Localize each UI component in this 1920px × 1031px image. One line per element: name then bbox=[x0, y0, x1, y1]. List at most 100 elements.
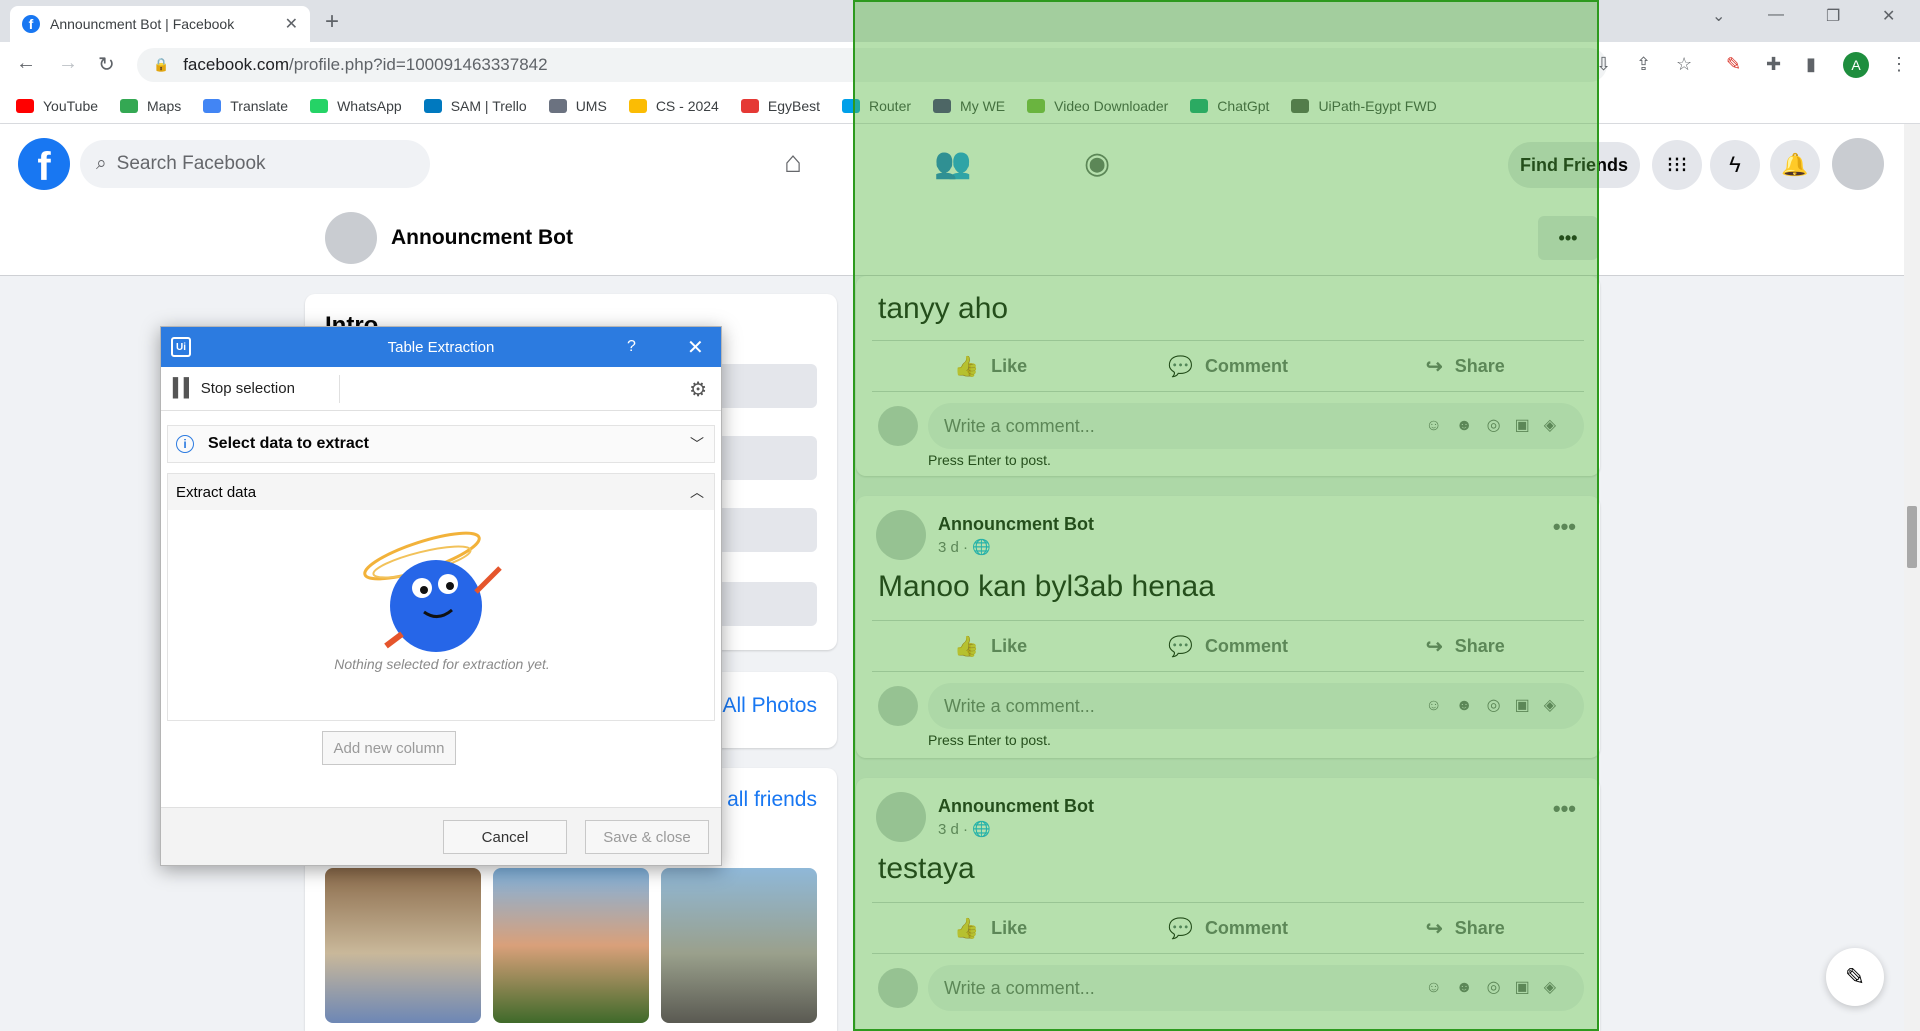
back-arrow-icon[interactable]: ← bbox=[16, 52, 36, 75]
globe-icon: 🌐 bbox=[972, 539, 991, 556]
thumbs-up-icon: 👍 bbox=[954, 635, 980, 658]
post-author[interactable]: Announcment Bot bbox=[938, 796, 1094, 817]
browser-tab-active[interactable]: f Announcment Bot | Facebook ✕ bbox=[10, 6, 310, 42]
profile-name[interactable]: Announcment Bot bbox=[391, 226, 573, 250]
facebook-logo-icon[interactable]: f bbox=[18, 138, 70, 190]
tab-search-icon[interactable]: ⌄ bbox=[1712, 6, 1725, 26]
find-friends-button[interactable]: Find Friends bbox=[1508, 142, 1640, 188]
messenger-icon[interactable]: ϟ bbox=[1710, 140, 1760, 190]
close-dialog-icon[interactable]: ✕ bbox=[687, 335, 704, 360]
commenter-avatar[interactable] bbox=[878, 968, 918, 1008]
bookmark-item[interactable]: CS - 2024 bbox=[628, 98, 719, 114]
post-author-avatar[interactable] bbox=[876, 792, 926, 842]
post-options-icon[interactable]: ••• bbox=[1553, 514, 1576, 540]
extract-data-header[interactable]: Extract data ︿ bbox=[168, 474, 714, 510]
comment-input[interactable]: Write a comment... ☺☻◎▣◈ bbox=[928, 965, 1584, 1011]
home-icon[interactable]: ⌂ bbox=[784, 146, 802, 180]
pen-extension-icon[interactable]: ✎ bbox=[1726, 54, 1741, 75]
comment-button[interactable]: 💬 Comment bbox=[1109, 621, 1346, 671]
page-scrollbar[interactable] bbox=[1904, 124, 1920, 1031]
post-author-avatar[interactable] bbox=[876, 510, 926, 560]
bookmark-item[interactable]: YouTube bbox=[16, 98, 98, 114]
comment-input[interactable]: Write a comment... ☺☻◎▣◈ bbox=[928, 403, 1584, 449]
restore-button[interactable]: ❐ bbox=[1826, 6, 1840, 26]
address-bar[interactable]: 🔒 facebook.com/profile.php?id=1000914633… bbox=[137, 48, 1607, 82]
bookmark-item[interactable]: My WE bbox=[933, 98, 1005, 114]
bookmark-item[interactable]: Router bbox=[842, 98, 911, 114]
bookmark-item[interactable]: Maps bbox=[120, 98, 181, 114]
bookmark-item[interactable]: SAM | Trello bbox=[423, 98, 527, 114]
extensions-puzzle-icon[interactable]: ✚ bbox=[1766, 54, 1781, 75]
select-data-section[interactable]: i Select data to extract ﹀ bbox=[167, 425, 715, 463]
like-button[interactable]: 👍 Like bbox=[872, 621, 1109, 671]
globe-icon: 🌐 bbox=[972, 821, 991, 838]
stop-selection-button[interactable]: Stop selection bbox=[201, 380, 295, 397]
bookmark-label: Router bbox=[869, 97, 912, 114]
friend-photo[interactable] bbox=[661, 868, 817, 1023]
scrollbar-thumb[interactable] bbox=[1907, 506, 1917, 568]
share-icon[interactable]: ⇪ bbox=[1636, 54, 1651, 75]
bookmark-item[interactable]: Translate bbox=[203, 98, 288, 114]
commenter-avatar[interactable] bbox=[878, 406, 918, 446]
comment-button[interactable]: 💬 Comment bbox=[1109, 341, 1346, 391]
groups-icon[interactable]: ◉ bbox=[1084, 146, 1110, 181]
share-button[interactable]: ↪ Share bbox=[1347, 341, 1584, 391]
close-tab-icon[interactable]: ✕ bbox=[285, 14, 298, 34]
comment-input[interactable]: Write a comment... ☺☻◎▣◈ bbox=[928, 683, 1584, 729]
all-photos-link[interactable]: All Photos bbox=[722, 694, 817, 718]
profile-more-button[interactable]: ••• bbox=[1538, 216, 1598, 260]
facebook-search-input[interactable]: ⌕ Search Facebook bbox=[80, 140, 430, 188]
all-friends-link[interactable]: all friends bbox=[727, 788, 817, 812]
bookmark-item[interactable]: EgyBest bbox=[740, 98, 820, 114]
bookmark-star-icon[interactable]: ☆ bbox=[1676, 54, 1692, 75]
lock-icon[interactable]: 🔒 bbox=[153, 57, 169, 73]
dialog-toolbar: ▍▍ Stop selection ⚙ bbox=[161, 367, 721, 411]
share-button[interactable]: ↪ Share bbox=[1347, 621, 1584, 671]
comment-button[interactable]: 💬 Comment bbox=[1109, 903, 1346, 953]
notifications-bell-icon[interactable]: 🔔 bbox=[1770, 140, 1820, 190]
like-button[interactable]: 👍 Like bbox=[872, 341, 1109, 391]
account-avatar[interactable] bbox=[1832, 138, 1884, 190]
chevron-up-icon[interactable]: ︿ bbox=[690, 482, 704, 502]
share-button[interactable]: ↪ Share bbox=[1347, 903, 1584, 953]
table-extraction-dialog: Ui Table Extraction ? ✕ ▍▍ Stop selectio… bbox=[160, 326, 722, 866]
save-and-close-button[interactable]: Save & close bbox=[585, 820, 709, 854]
like-button[interactable]: 👍 Like bbox=[872, 903, 1109, 953]
friend-photo[interactable] bbox=[325, 868, 481, 1023]
friends-icon[interactable]: 👥 bbox=[934, 146, 971, 181]
new-tab-button[interactable]: + bbox=[325, 8, 339, 36]
side-panel-icon[interactable]: ▮ bbox=[1806, 54, 1816, 75]
forward-arrow-icon[interactable]: → bbox=[58, 52, 78, 75]
friend-photo[interactable] bbox=[493, 868, 649, 1023]
empty-state-message: Nothing selected for extraction yet. bbox=[334, 656, 550, 672]
browser-tabstrip: f Announcment Bot | Facebook ✕ + ⌄ — ❐ ✕ bbox=[0, 0, 1920, 42]
bookmark-item[interactable]: UMS bbox=[548, 98, 607, 114]
bookmark-item[interactable]: WhatsApp bbox=[310, 98, 402, 114]
commenter-avatar[interactable] bbox=[878, 686, 918, 726]
chevron-down-icon[interactable]: ﹀ bbox=[690, 434, 704, 454]
bookmark-item[interactable]: ChatGpt bbox=[1190, 98, 1269, 114]
menu-grid-icon[interactable]: ⁝⁝⁝ bbox=[1652, 140, 1702, 190]
bookmark-favicon-icon bbox=[203, 98, 222, 113]
comment-tools-icons[interactable]: ☺☻◎▣◈ bbox=[1425, 695, 1570, 715]
profile-avatar[interactable] bbox=[325, 212, 377, 264]
chrome-menu-icon[interactable]: ⋮ bbox=[1890, 54, 1908, 75]
settings-gear-icon[interactable]: ⚙ bbox=[689, 377, 707, 402]
comment-tools-icons[interactable]: ☺☻◎▣◈ bbox=[1425, 977, 1570, 997]
chrome-profile-avatar[interactable]: A bbox=[1843, 52, 1869, 78]
close-window-button[interactable]: ✕ bbox=[1882, 6, 1895, 26]
select-data-header[interactable]: i Select data to extract ﹀ bbox=[168, 426, 714, 462]
post-options-icon[interactable]: ••• bbox=[1553, 796, 1576, 822]
new-message-edit-icon[interactable]: ✎ bbox=[1826, 948, 1884, 1006]
minimize-button[interactable]: — bbox=[1768, 6, 1784, 24]
cancel-button[interactable]: Cancel bbox=[443, 820, 567, 854]
dialog-titlebar[interactable]: Ui Table Extraction ? ✕ bbox=[161, 327, 721, 367]
help-icon[interactable]: ? bbox=[627, 338, 636, 356]
bookmark-item[interactable]: UiPath-Egypt FWD bbox=[1291, 98, 1437, 114]
download-icon[interactable]: ⇩ bbox=[1596, 54, 1611, 75]
bookmark-item[interactable]: Video Downloader bbox=[1027, 98, 1168, 114]
comment-tools-icons[interactable]: ☺☻◎▣◈ bbox=[1425, 415, 1570, 435]
post-author[interactable]: Announcment Bot bbox=[938, 514, 1094, 535]
reload-icon[interactable]: ↻ bbox=[98, 52, 115, 77]
add-new-column-button[interactable]: Add new column bbox=[322, 731, 456, 765]
